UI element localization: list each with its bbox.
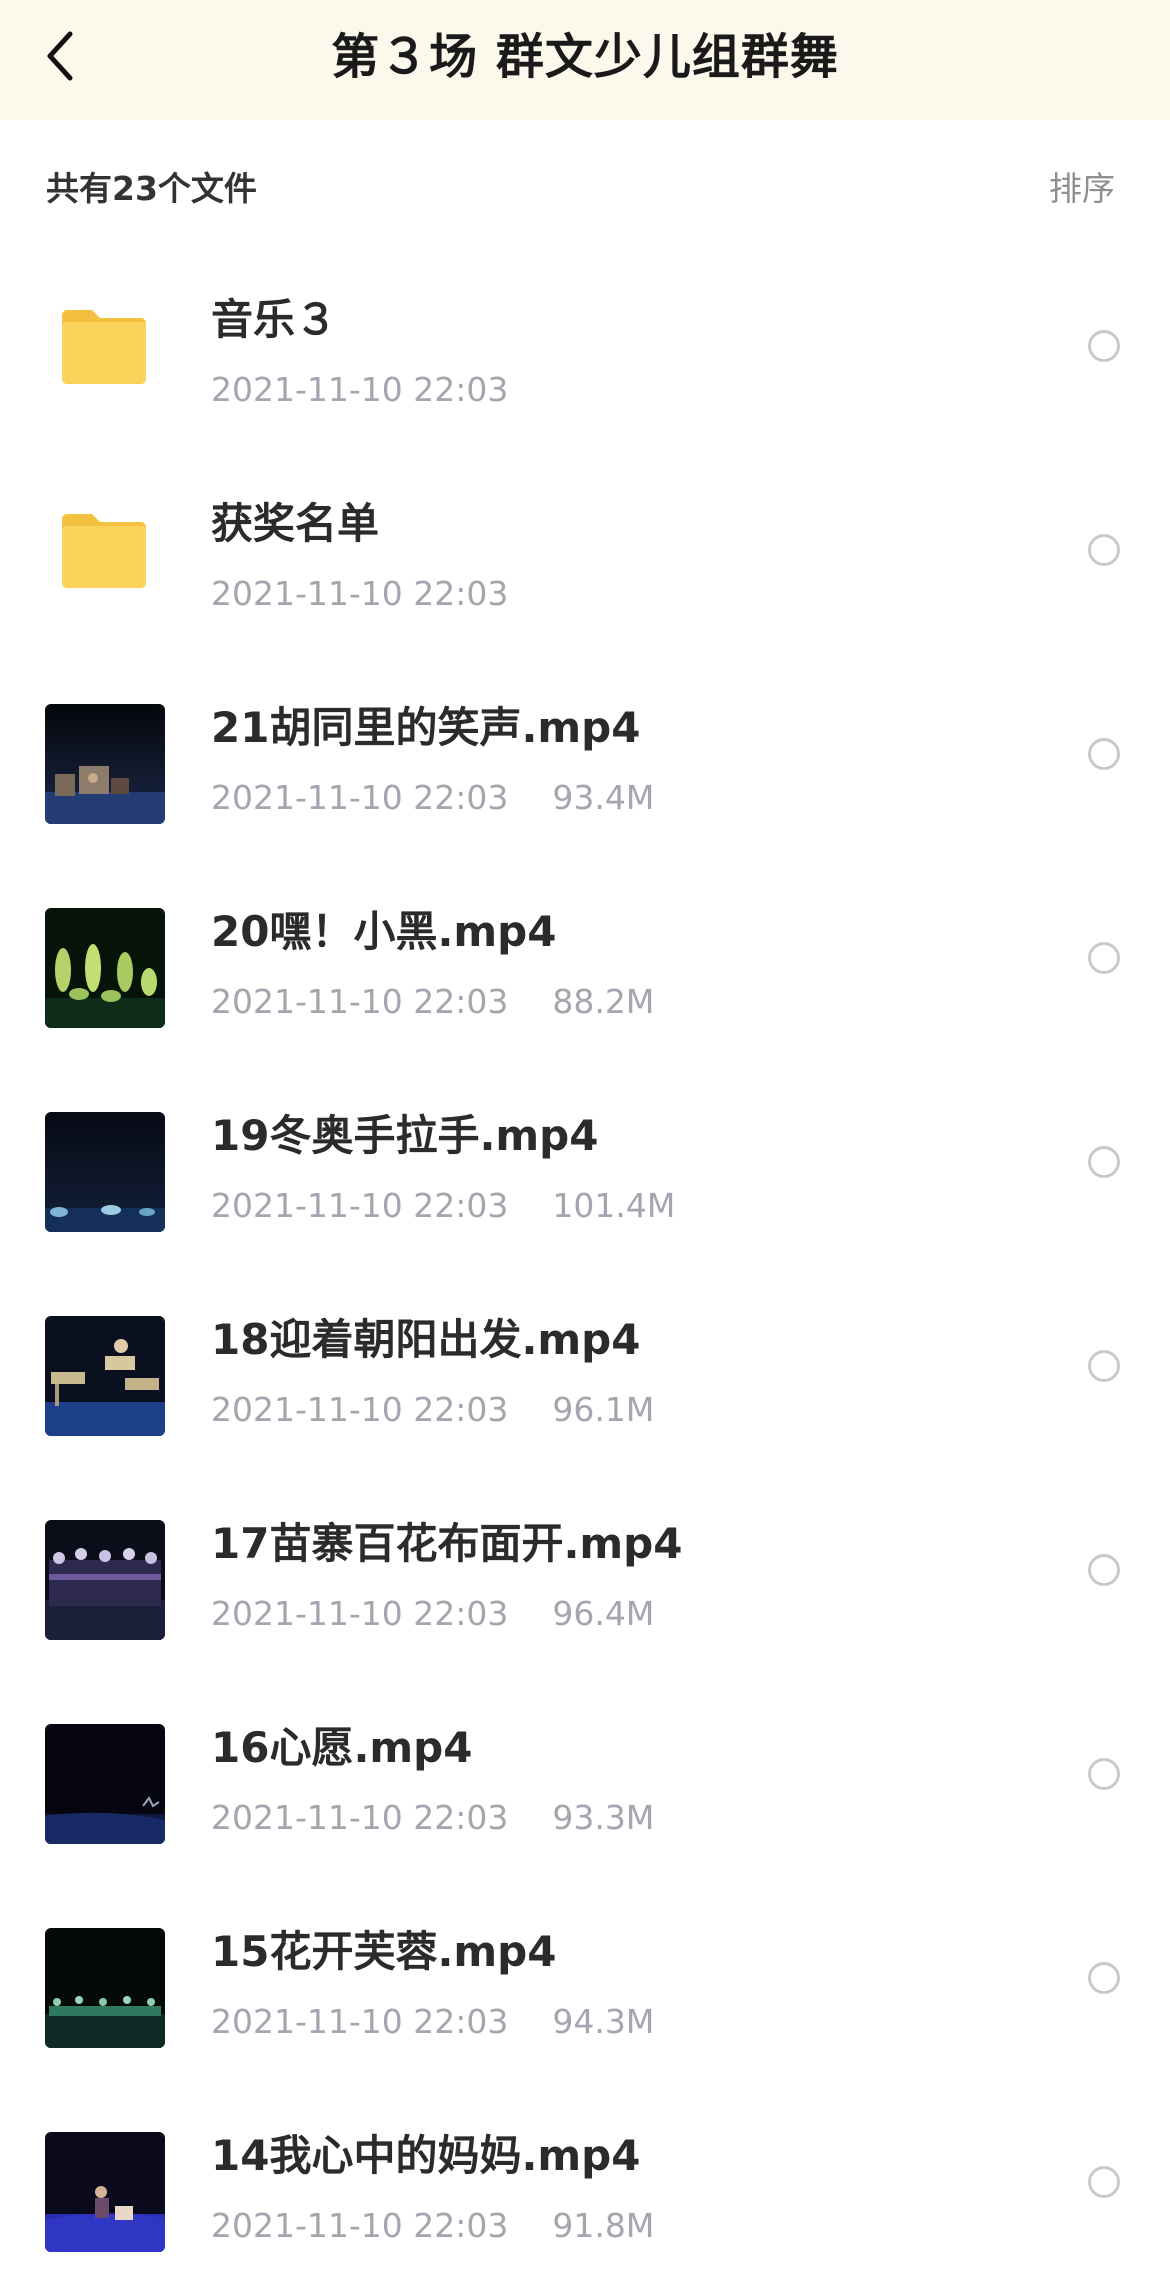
list-item[interactable]: 18迎着朝阳出发.mp4 2021-11-10 22:03 96.1M (0, 1270, 1170, 1474)
select-radio-icon[interactable] (1088, 2166, 1120, 2198)
file-meta: 2021-11-10 22:03 (211, 574, 508, 613)
select-radio-icon[interactable] (1088, 1962, 1120, 1994)
file-meta: 2021-11-10 22:03 94.3M (211, 2002, 654, 2041)
file-date: 2021-11-10 22:03 (211, 574, 509, 613)
select-radio-icon[interactable] (1088, 1146, 1120, 1178)
file-meta: 2021-11-10 22:03 88.2M (211, 982, 654, 1021)
select-radio-icon[interactable] (1088, 738, 1120, 770)
list-item[interactable]: 获奖名单 2021-11-10 22:03 (0, 454, 1170, 658)
file-name: 15花开芙蓉.mp4 (211, 1927, 557, 1976)
file-name: 音乐３ (211, 295, 338, 344)
list-item[interactable]: 音乐３ 2021-11-10 22:03 (0, 250, 1170, 454)
file-meta: 2021-11-10 22:03 96.4M (211, 1594, 654, 1633)
file-name: 18迎着朝阳出发.mp4 (211, 1315, 641, 1364)
folder-icon (62, 310, 146, 384)
list-item[interactable]: 14我心中的妈妈.mp4 2021-11-10 22:03 91.8M (0, 2086, 1170, 2290)
video-thumbnail (45, 2132, 165, 2252)
file-list: 音乐３ 2021-11-10 22:03 获奖名单 2021-11-10 22:… (0, 250, 1170, 2290)
list-item[interactable]: 16心愿.mp4 2021-11-10 22:03 93.3M (0, 1678, 1170, 1882)
list-item[interactable]: 19冬奥手拉手.mp4 2021-11-10 22:03 101.4M (0, 1066, 1170, 1270)
file-meta: 2021-11-10 22:03 91.8M (211, 2206, 654, 2245)
file-size: 91.8M (552, 2206, 655, 2245)
list-item[interactable]: 20嘿！小黑.mp4 2021-11-10 22:03 88.2M (0, 862, 1170, 1066)
select-radio-icon[interactable] (1088, 1758, 1120, 1790)
file-date: 2021-11-10 22:03 (211, 1798, 509, 1837)
video-thumbnail (45, 908, 165, 1028)
file-date: 2021-11-10 22:03 (211, 778, 509, 817)
file-name: 17苗寨百花布面开.mp4 (211, 1519, 683, 1568)
file-date: 2021-11-10 22:03 (211, 2002, 509, 2041)
file-date: 2021-11-10 22:03 (211, 2206, 509, 2245)
file-size: 96.4M (552, 1594, 655, 1633)
select-radio-icon[interactable] (1088, 1554, 1120, 1586)
select-radio-icon[interactable] (1088, 942, 1120, 974)
header-bar: 第３场 群文少儿组群舞 (0, 0, 1170, 120)
file-date: 2021-11-10 22:03 (211, 982, 509, 1021)
video-thumbnail (45, 704, 165, 824)
video-thumbnail (45, 1928, 165, 2048)
video-thumbnail (45, 1520, 165, 1640)
file-size: 93.4M (552, 778, 655, 817)
file-size: 94.3M (552, 2002, 655, 2041)
file-date: 2021-11-10 22:03 (211, 1186, 509, 1225)
file-count: 共有23个文件 (46, 169, 257, 208)
video-thumbnail (45, 1112, 165, 1232)
file-name: 21胡同里的笑声.mp4 (211, 703, 641, 752)
select-radio-icon[interactable] (1088, 1350, 1120, 1382)
file-date: 2021-11-10 22:03 (211, 370, 509, 409)
folder-icon (62, 514, 146, 588)
file-name: 20嘿！小黑.mp4 (211, 907, 557, 956)
file-date: 2021-11-10 22:03 (211, 1594, 509, 1633)
file-meta: 2021-11-10 22:03 101.4M (211, 1186, 675, 1225)
select-radio-icon[interactable] (1088, 534, 1120, 566)
file-meta: 2021-11-10 22:03 (211, 370, 508, 409)
file-size: 88.2M (552, 982, 655, 1021)
video-thumbnail (45, 1724, 165, 1844)
list-item[interactable]: 15花开芙蓉.mp4 2021-11-10 22:03 94.3M (0, 1882, 1170, 2086)
list-item[interactable]: 17苗寨百花布面开.mp4 2021-11-10 22:03 96.4M (0, 1474, 1170, 1678)
sort-button[interactable]: 排序 (1049, 162, 1115, 210)
page-title: 第３场 群文少儿组群舞 (331, 29, 839, 85)
file-size: 93.3M (552, 1798, 655, 1837)
file-size: 101.4M (552, 1186, 676, 1225)
list-toolbar: 共有23个文件 排序 (0, 120, 1170, 248)
list-item[interactable]: 21胡同里的笑声.mp4 2021-11-10 22:03 93.4M (0, 658, 1170, 862)
file-meta: 2021-11-10 22:03 93.4M (211, 778, 654, 817)
video-thumbnail (45, 1316, 165, 1436)
file-meta: 2021-11-10 22:03 96.1M (211, 1390, 654, 1429)
file-name: 16心愿.mp4 (211, 1723, 473, 1772)
file-date: 2021-11-10 22:03 (211, 1390, 509, 1429)
file-meta: 2021-11-10 22:03 93.3M (211, 1798, 654, 1837)
file-size: 96.1M (552, 1390, 655, 1429)
file-name: 获奖名单 (211, 499, 380, 548)
file-name: 19冬奥手拉手.mp4 (211, 1111, 599, 1160)
file-name: 14我心中的妈妈.mp4 (211, 2131, 641, 2180)
select-radio-icon[interactable] (1088, 330, 1120, 362)
